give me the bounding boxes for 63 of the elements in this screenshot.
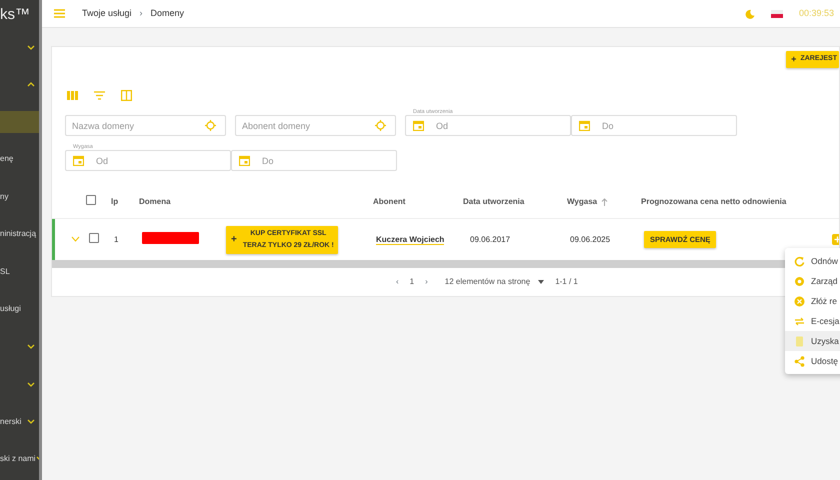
sidebar-item[interactable] <box>0 110 39 133</box>
sidebar-item[interactable]: ny <box>0 186 39 208</box>
sidebar-item[interactable]: ninistracją <box>0 223 39 246</box>
table-cell-text: 1 <box>114 234 120 246</box>
previous-page-button[interactable]: ‹ <box>396 276 399 288</box>
checkbox[interactable] <box>89 232 99 242</box>
table-cell-text: 09.06.2017 <box>469 234 512 246</box>
arrows-icon <box>794 316 805 326</box>
date-field[interactable]: Od <box>65 150 231 171</box>
moon-icon <box>744 8 755 18</box>
calendar-icon <box>579 120 590 131</box>
menu-item[interactable]: E-cesja <box>785 311 840 331</box>
sidebar-item[interactable]: SL <box>0 260 39 283</box>
calendar-icon <box>239 155 250 166</box>
refresh-icon <box>794 256 805 266</box>
clock-text: 00:39:53 <box>798 6 834 20</box>
column-header[interactable]: lp <box>111 196 118 208</box>
menu-item[interactable]: Uzyska <box>785 331 840 351</box>
menu-icon <box>54 9 65 18</box>
date-field[interactable]: Do <box>571 115 737 136</box>
subscriber-link[interactable]: Kuczera Wojciech <box>376 234 444 244</box>
date-field[interactable]: Do <box>231 150 397 171</box>
date-field[interactable]: Od <box>405 115 571 136</box>
cancel-icon <box>794 296 805 306</box>
page-number[interactable]: 1 <box>410 276 414 288</box>
column-header[interactable]: Prognozowana cena netto odnowienia <box>641 196 786 208</box>
column-header[interactable]: Data utworzenia <box>463 196 524 208</box>
target-icon <box>375 120 386 131</box>
columns-icon <box>67 91 78 100</box>
next-page-button[interactable]: › <box>425 276 428 288</box>
target-icon <box>205 120 216 131</box>
redacted-block <box>142 232 199 244</box>
table-cell-text: 09.06.2025 <box>570 234 612 246</box>
logo-text: ks™ <box>0 5 31 25</box>
calendar-icon <box>73 155 84 166</box>
sidebar-item[interactable]: enę <box>0 148 39 170</box>
sidebar-item[interactable]: usługi <box>0 298 39 320</box>
range-text: 1-1 / 1 <box>555 276 578 288</box>
menu-item[interactable]: Zarząd <box>785 271 840 291</box>
filter-icon <box>94 91 105 100</box>
calendar-icon <box>413 120 424 131</box>
sidebar-item[interactable]: ski z nami <box>0 448 39 470</box>
text-field[interactable]: Abonent domeny <box>235 115 396 136</box>
text-field[interactable]: Nazwa domeny <box>65 115 226 136</box>
panel-icon <box>121 90 132 101</box>
flag-icon <box>770 10 783 18</box>
chevron-down-icon[interactable] <box>71 236 80 242</box>
checkbox[interactable] <box>86 194 96 204</box>
breadcrumb-link[interactable]: Twoje usługi <box>82 6 132 20</box>
breadcrumb-separator: › <box>140 6 143 20</box>
menu-item[interactable]: Odnów <box>785 251 840 271</box>
breadcrumb-current[interactable]: Domeny <box>150 6 184 20</box>
share-icon <box>794 356 805 366</box>
column-header[interactable]: Abonent <box>373 196 406 208</box>
menu-item[interactable]: Złóż re <box>785 291 840 311</box>
page-size-select[interactable]: 12 elementów na stronę <box>444 276 544 288</box>
column-header[interactable]: Wygasa <box>567 196 598 208</box>
caret-down-icon <box>538 280 544 284</box>
menu-item[interactable]: Udostę <box>785 351 840 371</box>
sidebar-item[interactable]: nerski <box>0 410 39 433</box>
column-header[interactable]: Domena <box>139 196 171 208</box>
gear-icon <box>794 276 805 286</box>
document-icon <box>794 336 805 346</box>
